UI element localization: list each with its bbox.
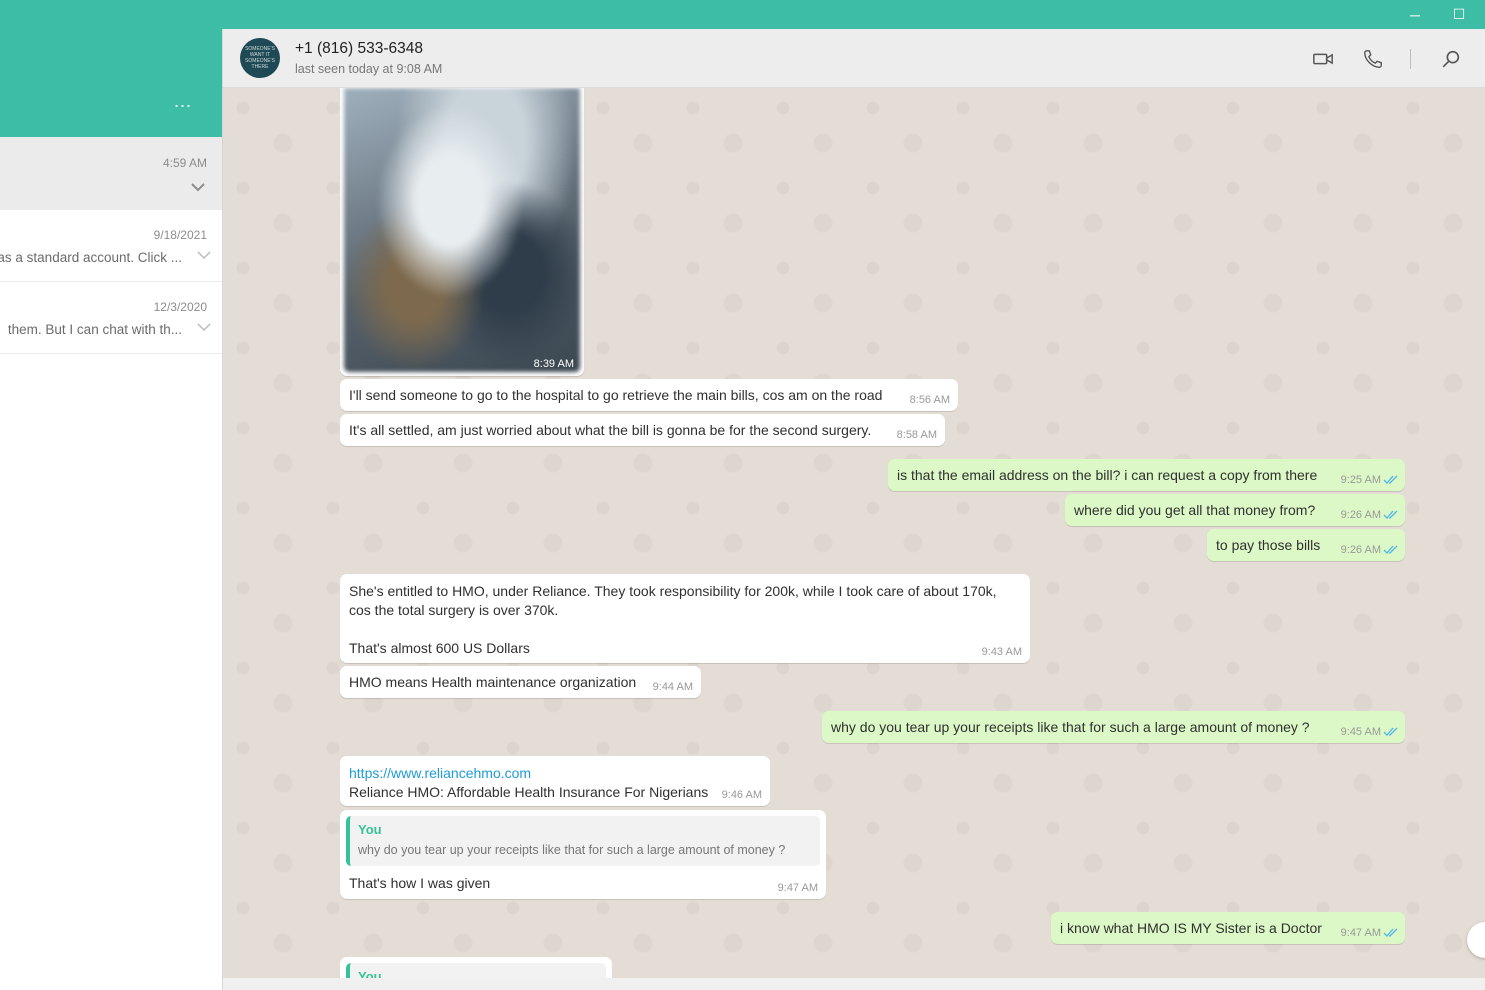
composer-bar[interactable] <box>223 978 1485 990</box>
chat-list-panel: ... 4:59 AM 9/18/2021 as a standard acco… <box>0 29 223 990</box>
link-title: Reliance HMO: Affordable Health Insuranc… <box>349 784 709 800</box>
message-text: HMO means Health maintenance organizatio… <box>349 674 637 690</box>
chat-list-item[interactable]: 12/3/2020 them. But I can chat with th..… <box>0 281 222 354</box>
sidebar-header: ... <box>0 29 222 137</box>
maximize-button[interactable]: ☐ <box>1437 0 1481 29</box>
image-message[interactable]: 8:39 AM <box>340 88 584 376</box>
outgoing-message[interactable]: to pay those bills 9:26 AM <box>1207 529 1405 561</box>
quote-author: You <box>358 969 382 978</box>
contact-status: last seen today at 9:08 AM <box>295 62 443 76</box>
conversation-header: SOMEONE'S WANT IT SOMEONE'S THERE +1 (81… <box>223 29 1485 88</box>
message-time: 9:25 AM <box>1340 474 1381 486</box>
message-link[interactable]: https://www.reliancehmo.com <box>349 764 708 783</box>
message-text: where did you get all that money from? <box>1074 502 1316 518</box>
message-time: 9:45 AM <box>1340 726 1381 738</box>
read-receipt-icon <box>1383 510 1398 519</box>
incoming-reply-message[interactable]: You <box>340 957 612 978</box>
chat-snippet: them. But I can chat with th... <box>7 322 182 337</box>
message-text: That's how I was given <box>349 875 491 891</box>
incoming-message[interactable]: She's entitled to HMO, under Reliance. T… <box>340 574 1030 663</box>
message-time: 9:26 AM <box>1340 509 1381 521</box>
read-receipt-icon <box>1383 928 1398 937</box>
chevron-down-icon[interactable] <box>196 319 212 335</box>
chevron-down-icon[interactable] <box>190 179 206 195</box>
message-time: 9:46 AM <box>721 789 762 801</box>
message-line: She's entitled to HMO, under Reliance. T… <box>349 583 997 599</box>
chat-time: 12/3/2020 <box>153 300 207 314</box>
search-icon[interactable] <box>1440 48 1462 70</box>
message-time: 8:39 AM <box>533 358 574 370</box>
voice-call-icon[interactable] <box>1362 48 1384 70</box>
message-time: 8:56 AM <box>909 394 950 406</box>
chevron-down-icon[interactable] <box>196 247 212 263</box>
minimize-button[interactable]: ─ <box>1393 0 1437 29</box>
scroll-down-button[interactable] <box>1467 922 1485 958</box>
menu-icon[interactable]: ... <box>174 91 192 112</box>
header-divider <box>1410 49 1411 69</box>
chat-list-item[interactable]: 4:59 AM <box>0 137 222 210</box>
message-text: https://www.reliancehmo.com Reliance HMO… <box>349 764 708 802</box>
read-receipt-icon <box>1383 475 1398 484</box>
incoming-message[interactable]: HMO means Health maintenance organizatio… <box>340 666 701 698</box>
message-text: It's all settled, am just worried about … <box>349 422 872 438</box>
message-text: is that the email address on the bill? i… <box>897 467 1318 483</box>
message-text: to pay those bills <box>1216 537 1321 553</box>
quote-text: why do you tear up your receipts like th… <box>358 843 786 857</box>
quoted-message[interactable]: You <box>346 963 606 978</box>
message-time: 9:47 AM <box>777 882 818 894</box>
image-thumbnail[interactable] <box>344 88 580 372</box>
message-time: 8:58 AM <box>896 429 937 441</box>
outgoing-message[interactable]: i know what HMO IS MY Sister is a Doctor… <box>1051 912 1405 944</box>
quoted-message[interactable]: You why do you tear up your receipts lik… <box>346 816 820 866</box>
message-text: why do you tear up your receipts like th… <box>831 719 1310 735</box>
message-line <box>349 620 997 639</box>
outgoing-message[interactable]: why do you tear up your receipts like th… <box>822 711 1405 743</box>
incoming-message[interactable]: https://www.reliancehmo.com Reliance HMO… <box>340 756 770 806</box>
incoming-message[interactable]: I'll send someone to go to the hospital … <box>340 379 958 411</box>
chat-snippet: as a standard account. Click ... <box>0 250 182 265</box>
chat-time: 4:59 AM <box>162 156 207 170</box>
chat-time: 9/18/2021 <box>153 228 207 242</box>
message-text: i know what HMO IS MY Sister is a Doctor <box>1060 920 1322 936</box>
avatar[interactable]: SOMEONE'S WANT IT SOMEONE'S THERE <box>240 38 280 78</box>
incoming-message[interactable]: It's all settled, am just worried about … <box>340 414 945 446</box>
chat-list-item[interactable]: 9/18/2021 as a standard account. Click .… <box>0 209 222 282</box>
video-call-icon[interactable] <box>1312 48 1334 70</box>
outgoing-message[interactable]: is that the email address on the bill? i… <box>888 459 1405 491</box>
message-area[interactable]: 8:39 AM I'll send someone to go to the h… <box>223 88 1485 978</box>
message-text: I'll send someone to go to the hospital … <box>349 387 883 403</box>
contact-name[interactable]: +1 (816) 533-6348 <box>295 40 423 58</box>
message-text: She's entitled to HMO, under Reliance. T… <box>349 582 997 658</box>
title-bar: ─ ☐ <box>0 0 1485 29</box>
message-line: That's almost 600 US Dollars <box>349 640 530 656</box>
avatar-text: SOMEONE'S WANT IT SOMEONE'S THERE <box>245 46 275 70</box>
message-time: 9:44 AM <box>652 681 693 693</box>
quote-author: You <box>358 822 382 837</box>
message-time: 9:47 AM <box>1340 927 1381 939</box>
message-time: 9:43 AM <box>981 646 1022 658</box>
incoming-reply-message[interactable]: You why do you tear up your receipts lik… <box>340 810 826 899</box>
read-receipt-icon <box>1383 727 1398 736</box>
message-line: cos the total surgery is over 370k. <box>349 602 559 618</box>
message-time: 9:26 AM <box>1340 544 1381 556</box>
read-receipt-icon <box>1383 545 1398 554</box>
outgoing-message[interactable]: where did you get all that money from? 9… <box>1065 494 1405 526</box>
